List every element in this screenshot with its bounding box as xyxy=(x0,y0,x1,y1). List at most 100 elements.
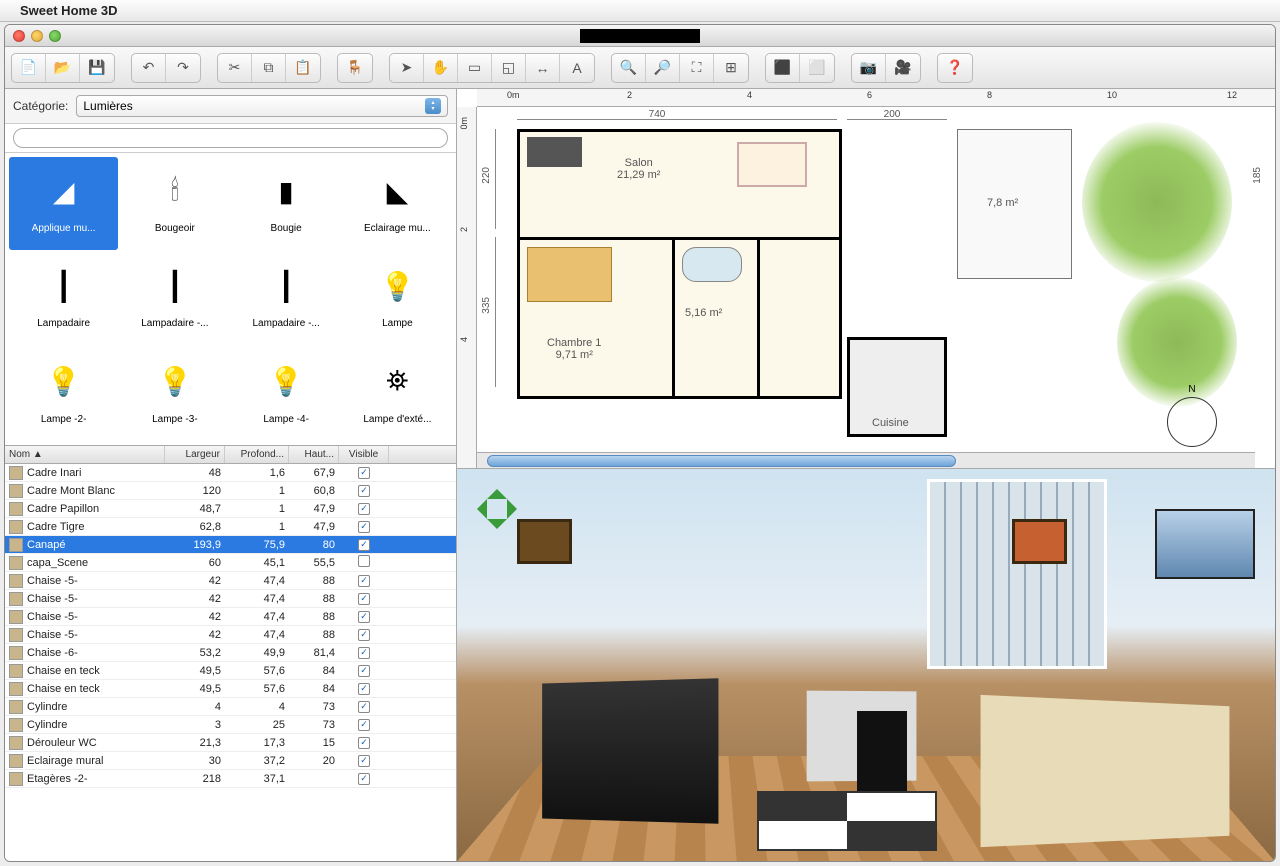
window-titlebar[interactable] xyxy=(5,25,1275,47)
table-row[interactable]: capa_Scene6045,155,5 xyxy=(5,554,456,572)
visible-checkbox[interactable]: ✓ xyxy=(358,521,370,533)
visible-checkbox[interactable]: ✓ xyxy=(358,629,370,641)
table-row[interactable]: Dérouleur WC21,317,315✓ xyxy=(5,734,456,752)
visible-checkbox[interactable] xyxy=(358,555,370,567)
visible-checkbox[interactable]: ✓ xyxy=(358,647,370,659)
table-row[interactable]: Canapé193,975,980✓ xyxy=(5,536,456,554)
visible-checkbox[interactable]: ✓ xyxy=(358,719,370,731)
zoom-fit-button[interactable]: ⛶ xyxy=(680,54,714,82)
video-button[interactable]: 🎥 xyxy=(886,54,920,82)
table-row[interactable]: Cadre Tigre62,8147,9✓ xyxy=(5,518,456,536)
dimension-tool[interactable]: ↔ xyxy=(526,54,560,82)
table-row[interactable]: Cylindre4473✓ xyxy=(5,698,456,716)
table-row[interactable]: Chaise en teck49,557,684✓ xyxy=(5,680,456,698)
tree-icon[interactable] xyxy=(1082,122,1232,282)
table-header[interactable]: Nom ▲ Largeur Profond... Haut... Visible xyxy=(5,446,456,464)
visible-checkbox[interactable]: ✓ xyxy=(358,611,370,623)
col-depth[interactable]: Profond... xyxy=(225,446,289,463)
table-row[interactable]: Eclairage mural3037,220✓ xyxy=(5,752,456,770)
plan-canvas[interactable]: 740 200 220 335 Salon 21,29 m² xyxy=(477,107,1275,448)
table-row[interactable]: Chaise -5-4247,488✓ xyxy=(5,608,456,626)
table-row[interactable]: Chaise en teck49,557,684✓ xyxy=(5,662,456,680)
add-furniture-button[interactable]: 🪑 xyxy=(338,54,372,82)
visible-checkbox[interactable]: ✓ xyxy=(358,485,370,497)
catalog-item[interactable]: ◢Applique mu... xyxy=(9,157,118,250)
catalog-item[interactable]: ◣Eclairage mu... xyxy=(343,157,452,250)
text-tool[interactable]: A xyxy=(560,54,594,82)
visible-checkbox[interactable]: ✓ xyxy=(358,467,370,479)
close-window-button[interactable] xyxy=(13,30,25,42)
nav-down-button[interactable] xyxy=(487,519,507,539)
visible-checkbox[interactable]: ✓ xyxy=(358,665,370,677)
plan-view[interactable]: 0m24681012 0m24 740 200 220 335 xyxy=(457,89,1275,469)
3d-view[interactable] xyxy=(457,469,1275,861)
sofa-3d[interactable] xyxy=(981,695,1230,847)
table-row[interactable]: Etagères -2-21837,1✓ xyxy=(5,770,456,788)
catalog-item[interactable]: ┃Lampadaire -... xyxy=(120,252,229,345)
catalog-item[interactable]: ┃Lampadaire -... xyxy=(232,252,341,345)
zoom-out-button[interactable]: 🔍 xyxy=(612,54,646,82)
furniture-table3d[interactable] xyxy=(527,137,582,167)
visible-checkbox[interactable]: ✓ xyxy=(358,773,370,785)
catalog-item[interactable]: 💡Lampe -2- xyxy=(9,348,118,441)
visible-checkbox[interactable]: ✓ xyxy=(358,575,370,587)
undo-button[interactable]: ↶ xyxy=(132,54,166,82)
search-input[interactable] xyxy=(13,128,448,148)
visible-checkbox[interactable]: ✓ xyxy=(358,683,370,695)
zoom-window-button[interactable] xyxy=(49,30,61,42)
category-select[interactable]: Lumières ▴▾ xyxy=(76,95,448,117)
tv-3d[interactable] xyxy=(542,678,718,823)
open-button[interactable]: 📂 xyxy=(46,54,80,82)
furniture-table[interactable]: Nom ▲ Largeur Profond... Haut... Visible… xyxy=(5,446,456,861)
furniture-bathtub[interactable] xyxy=(682,247,742,282)
pan-tool[interactable]: ✋ xyxy=(424,54,458,82)
col-height[interactable]: Haut... xyxy=(289,446,339,463)
select-tool[interactable]: ➤ xyxy=(390,54,424,82)
col-visible[interactable]: Visible xyxy=(339,446,389,463)
app-name[interactable]: Sweet Home 3D xyxy=(20,3,118,18)
photo-button[interactable]: 📷 xyxy=(852,54,886,82)
visible-checkbox[interactable]: ✓ xyxy=(358,701,370,713)
cut-button[interactable]: ✂ xyxy=(218,54,252,82)
copy-button[interactable]: ⧉ xyxy=(252,54,286,82)
nav-up-button[interactable] xyxy=(487,479,507,499)
furniture-rug[interactable] xyxy=(737,142,807,187)
new-button[interactable]: 📄 xyxy=(12,54,46,82)
catalog-item[interactable]: ┃Lampadaire xyxy=(9,252,118,345)
nav-right-button[interactable] xyxy=(507,499,527,519)
room-tool[interactable]: ◱ xyxy=(492,54,526,82)
tree-icon[interactable] xyxy=(1117,277,1237,407)
paste-button[interactable]: 📋 xyxy=(286,54,320,82)
catalog-item[interactable]: ⛯Lampe d'exté... xyxy=(343,348,452,441)
catalog-item[interactable]: ▮Bougie xyxy=(232,157,341,250)
minimize-window-button[interactable] xyxy=(31,30,43,42)
visible-checkbox[interactable]: ✓ xyxy=(358,593,370,605)
table-row[interactable]: Chaise -5-4247,488✓ xyxy=(5,590,456,608)
table-row[interactable]: Cadre Mont Blanc120160,8✓ xyxy=(5,482,456,500)
table-row[interactable]: Cylindre32573✓ xyxy=(5,716,456,734)
table-row[interactable]: Cadre Papillon48,7147,9✓ xyxy=(5,500,456,518)
catalog-item[interactable]: 💡Lampe -4- xyxy=(232,348,341,441)
visible-checkbox[interactable]: ✓ xyxy=(358,737,370,749)
save-button[interactable]: 💾 xyxy=(80,54,114,82)
table-row[interactable]: Cadre Inari481,667,9✓ xyxy=(5,464,456,482)
visible-checkbox[interactable]: ✓ xyxy=(358,539,370,551)
table-row[interactable]: Chaise -5-4247,488✓ xyxy=(5,626,456,644)
furniture-bed[interactable] xyxy=(527,247,612,302)
table-row[interactable]: Chaise -5-4247,488✓ xyxy=(5,572,456,590)
3d-view1-button[interactable]: ⬛ xyxy=(766,54,800,82)
3d-view2-button[interactable]: ⬜ xyxy=(800,54,834,82)
col-width[interactable]: Largeur xyxy=(165,446,225,463)
catalog-item[interactable]: 🕯Bougeoir xyxy=(120,157,229,250)
catalog-item[interactable]: 💡Lampe -3- xyxy=(120,348,229,441)
wall-tool[interactable]: ▭ xyxy=(458,54,492,82)
grid-button[interactable]: ⊞ xyxy=(714,54,748,82)
visible-checkbox[interactable]: ✓ xyxy=(358,503,370,515)
help-button[interactable]: ❓ xyxy=(938,54,972,82)
nav-left-button[interactable] xyxy=(467,499,487,519)
scrollbar-horizontal[interactable] xyxy=(477,452,1255,468)
chair-3d[interactable] xyxy=(857,711,907,791)
table-row[interactable]: Chaise -6-53,249,981,4✓ xyxy=(5,644,456,662)
col-name[interactable]: Nom ▲ xyxy=(5,446,165,463)
visible-checkbox[interactable]: ✓ xyxy=(358,755,370,767)
